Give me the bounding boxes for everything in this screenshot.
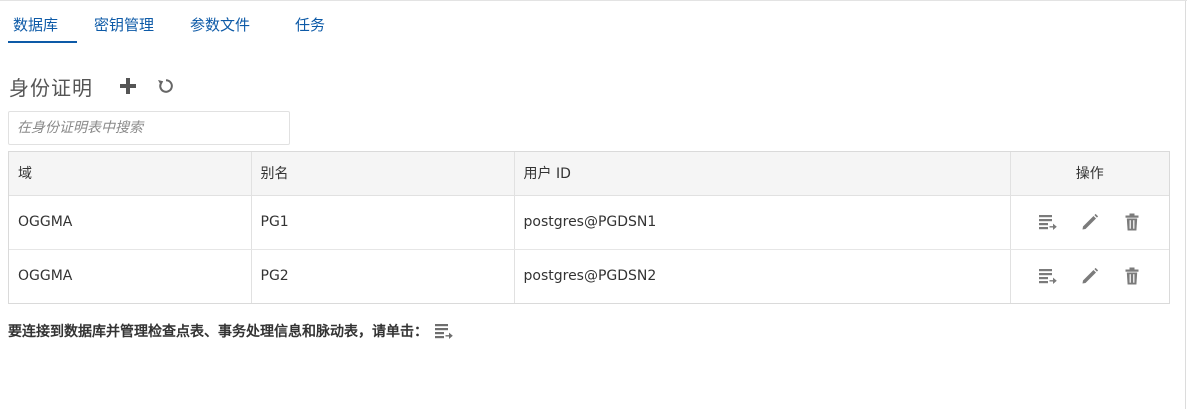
credentials-table: 域 别名 用户 ID 操作 OGGMA PG1 postgres@PGDSN1 [8, 151, 1170, 304]
connect-instructions: 要连接到数据库并管理检查点表、事务处理信息和脉动表，请单击： [8, 319, 454, 343]
plus-icon[interactable] [118, 76, 138, 96]
column-header-user-id[interactable]: 用户 ID [514, 152, 1011, 196]
table-row: OGGMA PG2 postgres@PGDSN2 [9, 249, 1169, 303]
column-header-actions: 操作 [1010, 152, 1169, 196]
search-input[interactable] [8, 111, 290, 145]
tab-tasks[interactable]: 任务 [295, 5, 355, 45]
edit-pencil-icon[interactable] [1080, 266, 1100, 286]
connect-instructions-text: 要连接到数据库并管理检查点表、事务处理信息和脉动表，请单击： [8, 324, 428, 340]
edit-pencil-icon[interactable] [1080, 212, 1100, 232]
credentials-header: 身份证明 [9, 71, 176, 101]
cell-user-id: postgres@PGDSN2 [514, 249, 1011, 303]
connect-database-icon[interactable] [1038, 266, 1058, 286]
table-row: OGGMA PG1 postgres@PGDSN1 [9, 195, 1169, 250]
tab-key-management[interactable]: 密钥管理 [94, 5, 168, 45]
cell-alias: PG2 [251, 249, 515, 303]
cell-user-id: postgres@PGDSN1 [514, 195, 1011, 250]
refresh-icon[interactable] [156, 76, 176, 96]
connect-database-icon[interactable] [434, 321, 454, 341]
connect-database-icon[interactable] [1038, 212, 1058, 232]
delete-trash-icon[interactable] [1122, 266, 1142, 286]
table-header-row: 域 别名 用户 ID 操作 [9, 152, 1169, 196]
credentials-page: 数据库 密钥管理 参数文件 任务 身份证明 域 别名 用户 ID [0, 0, 1187, 409]
cell-domain: OGGMA [9, 249, 252, 303]
delete-trash-icon[interactable] [1122, 212, 1142, 232]
main-tabs: 数据库 密钥管理 参数文件 任务 [0, 5, 355, 45]
column-header-domain[interactable]: 域 [9, 152, 252, 196]
tab-parameter-files[interactable]: 参数文件 [190, 5, 264, 45]
cell-domain: OGGMA [9, 195, 252, 250]
tab-database[interactable]: 数据库 [8, 5, 77, 45]
right-divider [1185, 1, 1186, 409]
section-title: 身份证明 [9, 75, 93, 100]
cell-alias: PG1 [251, 195, 515, 250]
column-header-alias[interactable]: 别名 [251, 152, 515, 196]
cell-actions [1010, 195, 1169, 250]
cell-actions [1010, 249, 1169, 303]
